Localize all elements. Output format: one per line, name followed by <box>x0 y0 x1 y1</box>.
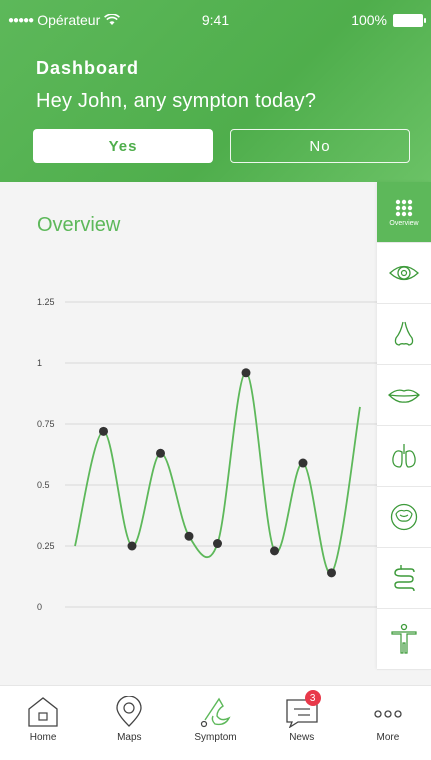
bottom-tab-bar: Home Maps Symptom 3 News More <box>0 685 431 760</box>
tab-label: More <box>376 732 400 743</box>
nose-icon <box>394 321 414 346</box>
y-tick-label: 0.75 <box>37 419 55 429</box>
dashboard-header: ●●●●● Opérateur 9:41 100% Dashboard Hey … <box>0 0 431 182</box>
data-point[interactable] <box>156 448 165 458</box>
side-item-label: Overview <box>389 219 419 227</box>
data-point[interactable] <box>99 426 108 436</box>
symptom-icon <box>200 697 231 728</box>
tab-symptom[interactable]: Symptom <box>172 686 258 760</box>
map-pin-icon <box>116 696 142 727</box>
overview-chart: 1.25 1 0.75 0.5 0.25 0 <box>37 297 377 612</box>
home-icon <box>28 697 58 727</box>
y-tick-label: 0.25 <box>37 541 55 551</box>
more-icon <box>374 710 402 718</box>
tab-news[interactable]: 3 News <box>259 686 345 760</box>
overview-panel: 1.25 1 0.75 0.5 0.25 0 Overview Overview <box>0 182 431 685</box>
intestine-icon <box>394 565 415 592</box>
lungs-icon <box>392 444 416 468</box>
side-item-eye[interactable] <box>377 243 431 304</box>
tab-home[interactable]: Home <box>0 686 86 760</box>
side-item-intestine[interactable] <box>377 548 431 609</box>
y-tick-label: 1.25 <box>37 297 55 307</box>
side-item-overview[interactable]: Overview <box>377 182 431 243</box>
tab-more[interactable]: More <box>345 686 431 760</box>
data-point[interactable] <box>213 539 222 549</box>
side-item-lungs[interactable] <box>377 426 431 487</box>
data-point[interactable] <box>184 531 194 541</box>
body-part-nav: Overview <box>377 182 431 670</box>
data-point[interactable] <box>127 541 137 551</box>
data-point[interactable] <box>270 546 279 556</box>
stomach-icon <box>390 503 418 531</box>
news-badge: 3 <box>304 690 321 706</box>
overview-title: Overview <box>37 214 121 236</box>
symptom-question: Hey John, any sympton today? <box>36 90 317 112</box>
tab-maps[interactable]: Maps <box>86 686 172 760</box>
status-bar: ●●●●● Opérateur 9:41 100% <box>0 0 431 40</box>
y-tick-label: 0.5 <box>37 480 50 490</box>
side-item-mouth[interactable] <box>377 365 431 426</box>
battery-percent: 100% <box>351 12 387 28</box>
side-item-stomach[interactable] <box>377 487 431 548</box>
body-icon <box>391 623 417 654</box>
mouth-icon <box>388 389 420 403</box>
battery-icon <box>393 13 426 27</box>
y-tick-label: 0 <box>37 602 42 612</box>
y-tick-label: 1 <box>37 358 42 368</box>
tab-label: Symptom <box>194 732 237 743</box>
status-bar-right: 100% <box>351 12 426 28</box>
yes-button[interactable]: Yes <box>33 129 213 163</box>
tab-label: Maps <box>117 732 142 743</box>
data-point[interactable] <box>241 368 251 378</box>
page-title: Dashboard <box>36 58 140 78</box>
no-button[interactable]: No <box>230 129 410 163</box>
eye-icon <box>389 265 419 281</box>
side-item-body[interactable] <box>377 609 431 670</box>
side-item-nose[interactable] <box>377 304 431 365</box>
data-point[interactable] <box>298 458 308 468</box>
data-point[interactable] <box>327 568 336 578</box>
tab-label: News <box>289 732 315 743</box>
tab-label: Home <box>29 732 57 743</box>
grid-icon <box>395 199 413 216</box>
